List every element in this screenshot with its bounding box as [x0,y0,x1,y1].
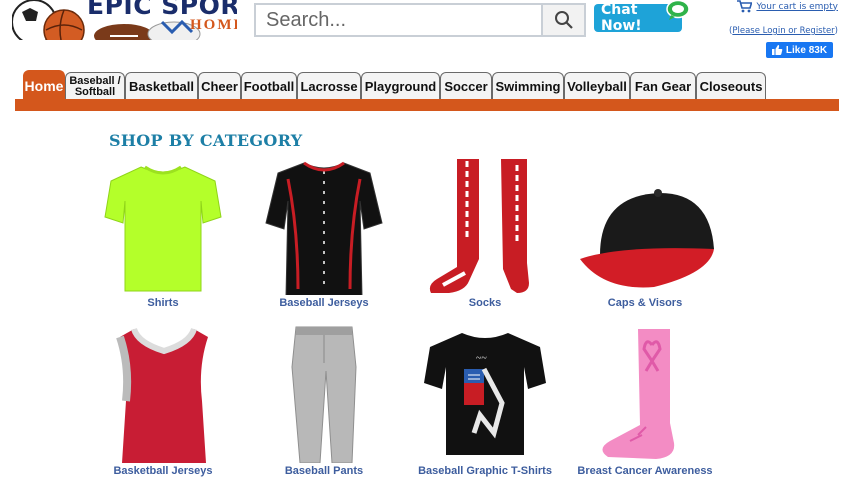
search-input[interactable] [256,5,541,35]
category-baseball-jerseys[interactable]: Baseball Jerseys [239,159,409,309]
tab-closeouts[interactable]: Closeouts [696,72,766,100]
category-shirts[interactable]: Shirts [78,159,248,309]
tab-playground[interactable]: Playground [361,72,440,100]
basketball-jersey-icon [116,327,208,463]
category-basketball-jerseys[interactable]: Basketball Jerseys [78,325,248,477]
shirt-icon [104,165,222,292]
category-label: Baseball Jerseys [279,297,369,309]
facebook-like-button[interactable]: Like 83K [766,42,833,58]
category-label: Baseball Pants [284,465,364,477]
chat-bubble-icon [666,0,690,20]
category-label: Caps & Visors [607,297,683,309]
category-label: Basketball Jerseys [113,465,213,477]
pants-icon [291,326,357,463]
category-baseball-graphic-tshirts[interactable]: ~~ Baseball Graphic T-Shirts [400,325,570,477]
thumbs-up-icon [771,45,783,55]
baseball-jersey-icon [265,161,383,295]
tab-soccer[interactable]: Soccer [440,72,492,100]
category-label: Shirts [147,297,179,309]
category-socks[interactable]: Socks [400,159,570,309]
tab-volleyball[interactable]: Volleyball [564,72,630,100]
tab-swimming[interactable]: Swimming [492,72,564,100]
category-nav: Home Baseball / Softball Basketball Chee… [23,70,766,100]
search-button[interactable] [541,5,584,35]
tab-lacrosse[interactable]: Lacrosse [297,72,361,100]
tab-basketball[interactable]: Basketball [125,72,198,100]
category-label: Breast Cancer Awareness [577,465,713,477]
cap-icon [580,189,714,288]
cart-link[interactable]: Your cart is empty [736,0,838,13]
tab-football[interactable]: Football [241,72,297,100]
tab-home[interactable]: Home [23,70,65,100]
shopping-cart-icon [737,0,753,13]
like-count: Like 83K [785,44,828,56]
category-caps-visors[interactable]: Caps & Visors [560,159,730,309]
search-bar [254,3,586,37]
pink-sock-icon [602,329,675,459]
search-icon [554,11,573,29]
logo-subtext: HOME [190,17,237,33]
login-paren-close: ) [834,26,838,36]
tab-baseball-softball[interactable]: Baseball / Softball [65,72,125,100]
category-baseball-pants[interactable]: Baseball Pants [239,325,409,477]
graphic-tshirt-icon: ~~ [424,333,546,455]
tab-cheer[interactable]: Cheer [198,72,241,100]
cart-status: Your cart is empty [756,1,838,12]
category-breast-cancer-awareness[interactable]: Breast Cancer Awareness [560,325,730,477]
login-register: (Please Login or Register) [729,26,838,36]
section-title: SHOP BY CATEGORY [109,131,303,150]
nav-underline-bar [15,99,839,111]
svg-text:~~: ~~ [476,353,487,364]
socks-icon [429,159,529,293]
category-label: Baseball Graphic T-Shirts [418,465,552,477]
login-register-link[interactable]: Please Login or Register [732,26,834,36]
tab-fan-gear[interactable]: Fan Gear [630,72,696,100]
category-label: Socks [468,297,502,309]
epic-sports-logo[interactable]: EPIC SPORTS HOME [12,0,237,40]
